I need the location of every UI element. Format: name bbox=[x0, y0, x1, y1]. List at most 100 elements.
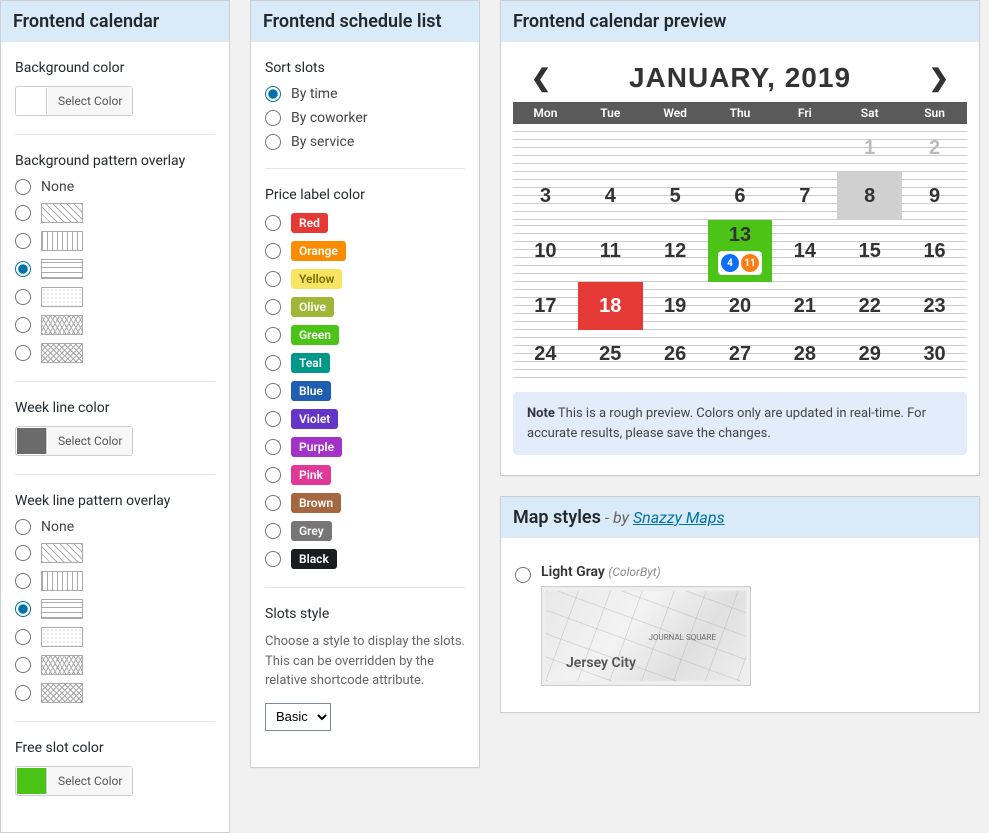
cal-cell[interactable]: 20 bbox=[708, 282, 773, 330]
cal-cell[interactable]: 12 bbox=[643, 220, 708, 282]
cal-prev-icon[interactable]: ❮ bbox=[531, 64, 551, 92]
cal-cell[interactable]: 14 bbox=[772, 220, 837, 282]
cal-cell[interactable]: 3 bbox=[513, 172, 578, 220]
cal-month-title: JANUARY, 2019 bbox=[629, 62, 851, 94]
free-slot-color-picker[interactable]: Select Color bbox=[15, 766, 133, 796]
cal-cell[interactable]: 10 bbox=[513, 220, 578, 282]
price-tag: Pink bbox=[291, 465, 331, 485]
map-style-label: Light Gray (ColorByt) bbox=[541, 564, 751, 580]
cal-cell[interactable]: 19 bbox=[643, 282, 708, 330]
price-color-pink[interactable]: Pink bbox=[265, 465, 465, 485]
slots-style-select[interactable]: Basic bbox=[265, 703, 331, 731]
pattern-dots[interactable] bbox=[15, 287, 215, 307]
cal-cell[interactable]: 9 bbox=[902, 172, 967, 220]
price-tag: Blue bbox=[291, 381, 331, 401]
sort-service[interactable]: By service bbox=[265, 134, 465, 150]
bg-pattern-group: None bbox=[15, 179, 215, 363]
cal-cell[interactable]: 8 bbox=[837, 172, 902, 220]
cal-cell[interactable]: 5 bbox=[643, 172, 708, 220]
price-color-orange[interactable]: Orange bbox=[265, 241, 465, 261]
cal-day-number: 4 bbox=[605, 185, 616, 208]
sort-time[interactable]: By time bbox=[265, 86, 465, 102]
price-color-green[interactable]: Green bbox=[265, 325, 465, 345]
pattern-diag[interactable] bbox=[15, 203, 215, 223]
cal-cell[interactable]: 4 bbox=[578, 172, 643, 220]
select-color-button[interactable]: Select Color bbox=[48, 767, 132, 795]
cal-cell[interactable]: 29 bbox=[837, 330, 902, 378]
price-color-teal[interactable]: Teal bbox=[265, 353, 465, 373]
price-color-violet[interactable]: Violet bbox=[265, 409, 465, 429]
cal-cell[interactable]: 18 bbox=[578, 282, 643, 330]
cal-badges: 411 bbox=[718, 251, 762, 275]
cal-cell[interactable]: 7 bbox=[772, 172, 837, 220]
price-color-purple[interactable]: Purple bbox=[265, 437, 465, 457]
pattern-zig[interactable] bbox=[15, 315, 215, 335]
cal-day-number: 23 bbox=[923, 295, 945, 318]
cal-cell[interactable] bbox=[513, 124, 578, 172]
cal-cell[interactable]: 21 bbox=[772, 282, 837, 330]
cal-cell[interactable]: 27 bbox=[708, 330, 773, 378]
pattern-horiz[interactable] bbox=[15, 599, 215, 619]
select-color-button[interactable]: Select Color bbox=[48, 427, 132, 455]
price-label-color-label: Price label color bbox=[265, 187, 465, 203]
cal-cell[interactable]: 2 bbox=[902, 124, 967, 172]
slots-style-desc: Choose a style to display the slots. Thi… bbox=[265, 632, 465, 691]
cal-cell[interactable]: 23 bbox=[902, 282, 967, 330]
cal-cell[interactable]: 22 bbox=[837, 282, 902, 330]
sort-coworker[interactable]: By coworker bbox=[265, 110, 465, 126]
pattern-none[interactable]: None bbox=[15, 519, 215, 535]
price-color-red[interactable]: Red bbox=[265, 213, 465, 233]
select-color-button[interactable]: Select Color bbox=[48, 87, 132, 115]
frontend-calendar-panel: Frontend calendar Background color Selec… bbox=[0, 0, 230, 833]
cal-cell[interactable]: 28 bbox=[772, 330, 837, 378]
cal-cell[interactable]: 25 bbox=[578, 330, 643, 378]
cal-day-number: 17 bbox=[534, 295, 556, 318]
cal-day-number: 24 bbox=[534, 343, 556, 366]
cal-day-number: 20 bbox=[729, 295, 751, 318]
price-tag: Orange bbox=[291, 241, 346, 261]
cal-day-number: 7 bbox=[799, 185, 810, 208]
cal-cell[interactable]: 26 bbox=[643, 330, 708, 378]
cal-cell[interactable]: 6 bbox=[708, 172, 773, 220]
cal-cell[interactable]: 1 bbox=[837, 124, 902, 172]
price-color-yellow[interactable]: Yellow bbox=[265, 269, 465, 289]
price-color-grey[interactable]: Grey bbox=[265, 521, 465, 541]
week-line-pattern-label: Week line pattern overlay bbox=[15, 493, 215, 509]
week-line-color-picker[interactable]: Select Color bbox=[15, 426, 133, 456]
cal-day-number: 15 bbox=[859, 240, 881, 263]
pattern-cross[interactable] bbox=[15, 343, 215, 363]
panel-title: Frontend schedule list bbox=[251, 1, 479, 42]
price-tag: Olive bbox=[291, 297, 334, 317]
bg-color-picker[interactable]: Select Color bbox=[15, 86, 133, 116]
snazzy-maps-link[interactable]: Snazzy Maps bbox=[633, 508, 725, 527]
price-color-olive[interactable]: Olive bbox=[265, 297, 465, 317]
cal-cell[interactable] bbox=[708, 124, 773, 172]
cal-cell[interactable]: 15 bbox=[837, 220, 902, 282]
sort-slots-group: By time By coworker By service bbox=[265, 86, 465, 150]
pattern-zig[interactable] bbox=[15, 655, 215, 675]
price-color-blue[interactable]: Blue bbox=[265, 381, 465, 401]
pattern-horiz[interactable] bbox=[15, 259, 215, 279]
map-style-option[interactable]: Light Gray (ColorByt) JOURNAL SQUARE Jer… bbox=[515, 556, 965, 694]
pattern-vert[interactable] bbox=[15, 571, 215, 591]
cal-dow-cell: Wed bbox=[643, 102, 708, 124]
cal-cell[interactable] bbox=[772, 124, 837, 172]
price-color-brown[interactable]: Brown bbox=[265, 493, 465, 513]
cal-cell[interactable]: 30 bbox=[902, 330, 967, 378]
cal-cell[interactable]: 24 bbox=[513, 330, 578, 378]
price-tag: Grey bbox=[291, 521, 332, 541]
pattern-none[interactable]: None bbox=[15, 179, 215, 195]
cal-cell[interactable] bbox=[643, 124, 708, 172]
cal-cell[interactable]: 13411 bbox=[708, 220, 773, 282]
cal-cell[interactable]: 16 bbox=[902, 220, 967, 282]
pattern-cross[interactable] bbox=[15, 683, 215, 703]
cal-cell[interactable]: 11 bbox=[578, 220, 643, 282]
cal-next-icon[interactable]: ❯ bbox=[929, 64, 949, 92]
cal-cell[interactable] bbox=[578, 124, 643, 172]
pattern-diag[interactable] bbox=[15, 543, 215, 563]
price-color-black[interactable]: Black bbox=[265, 549, 465, 569]
cal-cell[interactable]: 17 bbox=[513, 282, 578, 330]
pattern-dots[interactable] bbox=[15, 627, 215, 647]
pattern-vert[interactable] bbox=[15, 231, 215, 251]
map-style-radio[interactable] bbox=[515, 567, 531, 583]
